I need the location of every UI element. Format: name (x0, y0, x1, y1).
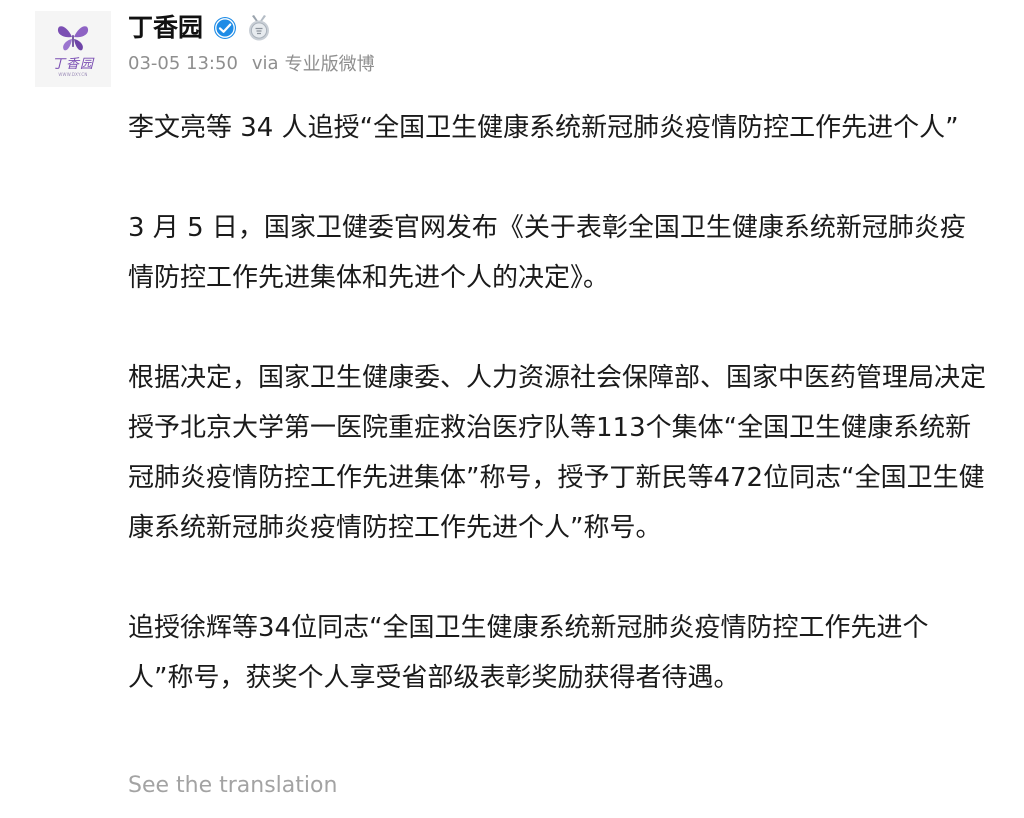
weibo-post: 丁香园 WWW.DXY.CN 丁香园 03-05 13:50 via 专业版微博 (0, 0, 1024, 818)
avatar-url-text: WWW.DXY.CN (58, 72, 88, 77)
avatar-wordmark: 丁香园 (51, 57, 94, 72)
author-name[interactable]: 丁香园 (128, 12, 203, 44)
post-meta: 03-05 13:50 via 专业版微博 (128, 50, 375, 76)
post-paragraph: 李文亮等 34 人追授“全国卫生健康系统新冠肺炎疫情防控工作先进个人” (128, 113, 959, 143)
see-translation-link[interactable]: See the translation (128, 770, 337, 802)
author-name-row: 丁香园 (128, 12, 271, 44)
post-content: 李文亮等 34 人追授“全国卫生健康系统新冠肺炎疫情防控工作先进个人” 3 月 … (128, 103, 988, 703)
verified-badge-icon[interactable] (213, 16, 237, 40)
post-paragraph: 根据决定，国家卫生健康委、人力资源社会保障部、国家中医药管理局决定授予北京大学第… (128, 363, 987, 543)
author-avatar[interactable]: 丁香园 WWW.DXY.CN (35, 11, 111, 87)
medal-icon[interactable] (247, 15, 271, 41)
post-source[interactable]: 专业版微博 (285, 50, 375, 76)
post-paragraph: 3 月 5 日，国家卫健委官网发布《关于表彰全国卫生健康系统新冠肺炎疫情防控工作… (128, 213, 966, 293)
via-label: via (251, 52, 279, 74)
post-paragraph: 追授徐辉等34位同志“全国卫生健康系统新冠肺炎疫情防控工作先进个人”称号，获奖个… (128, 613, 929, 693)
butterfly-logo-icon (57, 26, 89, 51)
post-timestamp[interactable]: 03-05 13:50 (128, 53, 238, 74)
